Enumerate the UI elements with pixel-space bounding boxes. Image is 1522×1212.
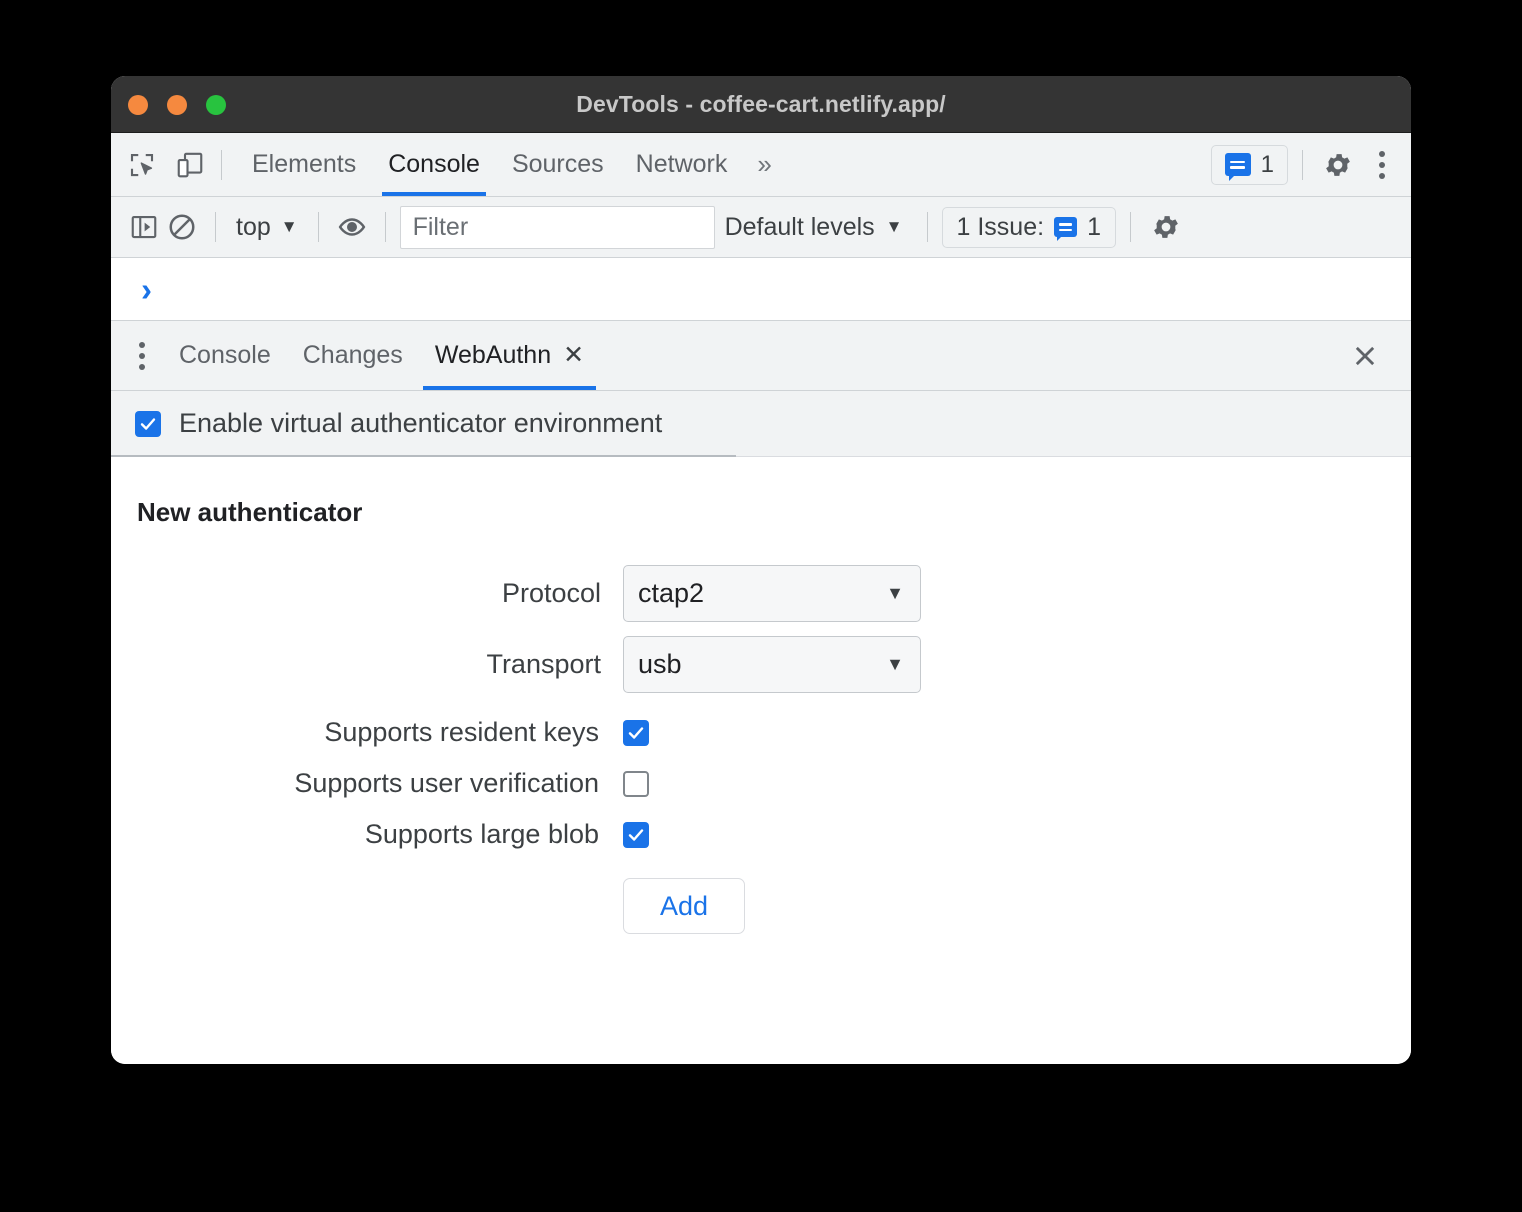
add-authenticator-row: Add xyxy=(111,878,1411,934)
large-blob-checkbox[interactable] xyxy=(623,821,649,848)
chevron-down-icon: ▼ xyxy=(886,654,904,674)
live-expression-eye-icon[interactable] xyxy=(333,208,371,246)
large-blob-row: Supports large blob xyxy=(111,819,1411,850)
toolbar-divider xyxy=(215,212,216,242)
console-prompt[interactable]: › xyxy=(111,258,1411,321)
protocol-label: Protocol xyxy=(501,578,601,608)
chevron-down-icon: ▼ xyxy=(885,217,903,236)
protocol-select-value: ctap2 xyxy=(638,578,705,608)
issues-bubble-icon xyxy=(1054,217,1078,241)
drawer-tab-bar: Console Changes WebAuthn ✕ xyxy=(111,321,1411,391)
transport-row: Transport usb ▼ xyxy=(111,636,1411,693)
protocol-row: Protocol ctap2 ▼ xyxy=(111,565,1411,622)
add-button[interactable]: Add xyxy=(623,878,745,934)
resident-keys-row: Supports resident keys xyxy=(111,717,1411,748)
issues-badge-count: 1 xyxy=(1260,150,1274,178)
resident-keys-checkbox[interactable] xyxy=(623,719,649,746)
execution-context-label: top xyxy=(236,212,271,241)
minimize-window-button[interactable] xyxy=(167,95,187,115)
more-tabs-button[interactable]: » xyxy=(743,134,785,196)
tab-network-label: Network xyxy=(635,150,728,178)
execution-context-selector[interactable]: top ▼ xyxy=(230,213,304,242)
toolbar-divider xyxy=(384,212,386,242)
drawer-close-icon[interactable] xyxy=(1345,336,1385,376)
console-sidebar-toggle-icon[interactable] xyxy=(125,208,163,246)
resident-keys-label: Supports resident keys xyxy=(324,717,599,747)
traffic-lights xyxy=(128,95,226,115)
chevron-down-icon: ▼ xyxy=(280,217,298,236)
issues-bubble-icon xyxy=(1224,153,1251,181)
issues-counter-count: 1 xyxy=(1087,212,1101,241)
window-title: DevTools - coffee-cart.netlify.app/ xyxy=(576,91,946,117)
log-levels-selector[interactable]: Default levels ▼ xyxy=(715,213,913,242)
enable-virtual-authenticator-label: Enable virtual authenticator environment xyxy=(179,408,663,438)
tab-console-label: Console xyxy=(388,150,480,178)
transport-select-value: usb xyxy=(638,649,682,679)
inspect-element-icon[interactable] xyxy=(125,148,159,182)
gear-icon[interactable] xyxy=(1323,150,1353,180)
large-blob-label: Supports large blob xyxy=(364,819,599,849)
tab-elements[interactable]: Elements xyxy=(236,134,372,196)
toolbar-divider xyxy=(317,212,319,242)
toolbar-divider xyxy=(926,212,928,242)
drawer-tab-console[interactable]: Console xyxy=(163,322,287,390)
new-authenticator-form: Protocol ctap2 ▼ Transport usb ▼ Support… xyxy=(111,565,1411,934)
gear-icon[interactable] xyxy=(1151,212,1181,242)
console-toolbar: top ▼ Default levels ▼ 1 Issue: 1 xyxy=(111,197,1411,258)
main-tab-bar-right: 1 xyxy=(1210,144,1411,185)
enable-virtual-authenticator-row[interactable]: Enable virtual authenticator environment xyxy=(111,391,1411,457)
search-input[interactable] xyxy=(399,205,715,249)
device-toolbar-icon[interactable] xyxy=(173,148,207,182)
chevron-down-icon: ▼ xyxy=(886,583,904,603)
issues-counter-label: 1 Issue: xyxy=(956,212,1045,241)
toolbar-divider xyxy=(221,149,222,180)
tab-sources-label: Sources xyxy=(511,150,604,178)
user-verification-row: Supports user verification xyxy=(111,768,1411,799)
protocol-select[interactable]: ctap2 ▼ xyxy=(623,565,921,622)
tab-network[interactable]: Network xyxy=(620,134,744,196)
webauthn-panel: New authenticator Protocol ctap2 ▼ Trans… xyxy=(111,457,1411,1064)
transport-select[interactable]: usb ▼ xyxy=(623,636,921,693)
clear-console-icon[interactable] xyxy=(163,208,201,246)
toolbar-divider xyxy=(1302,149,1303,180)
issues-counter-button[interactable]: 1 Issue: 1 xyxy=(941,206,1116,248)
drawer-tab-webauthn[interactable]: WebAuthn ✕ xyxy=(419,322,600,390)
drawer-tab-changes[interactable]: Changes xyxy=(287,322,419,390)
close-icon[interactable]: ✕ xyxy=(563,343,584,368)
user-verification-checkbox[interactable] xyxy=(623,770,649,797)
tab-console[interactable]: Console xyxy=(372,134,496,196)
tab-sources[interactable]: Sources xyxy=(496,134,620,196)
drawer-kebab-icon[interactable] xyxy=(121,335,163,377)
enable-virtual-authenticator-checkbox[interactable] xyxy=(135,410,161,437)
window-titlebar: DevTools - coffee-cart.netlify.app/ xyxy=(111,76,1411,133)
kebab-menu-icon[interactable] xyxy=(1367,148,1397,182)
log-levels-label: Default levels xyxy=(724,212,875,241)
close-window-button[interactable] xyxy=(128,95,148,115)
user-verification-label: Supports user verification xyxy=(294,768,599,798)
toolbar-divider xyxy=(1129,212,1131,242)
maximize-window-button[interactable] xyxy=(206,95,226,115)
drawer-tab-console-label: Console xyxy=(179,341,271,369)
page-title: New authenticator xyxy=(137,497,363,527)
main-tab-bar: Elements Console Sources Network » 1 xyxy=(111,133,1411,197)
chevron-right-icon: › xyxy=(141,270,152,308)
drawer-tab-webauthn-label: WebAuthn xyxy=(434,341,552,369)
transport-label: Transport xyxy=(486,649,601,679)
devtools-window: DevTools - coffee-cart.netlify.app/ Elem… xyxy=(111,76,1411,1064)
issues-badge[interactable]: 1 xyxy=(1210,144,1288,185)
tab-elements-label: Elements xyxy=(252,150,357,178)
drawer-tab-changes-label: Changes xyxy=(302,341,403,369)
